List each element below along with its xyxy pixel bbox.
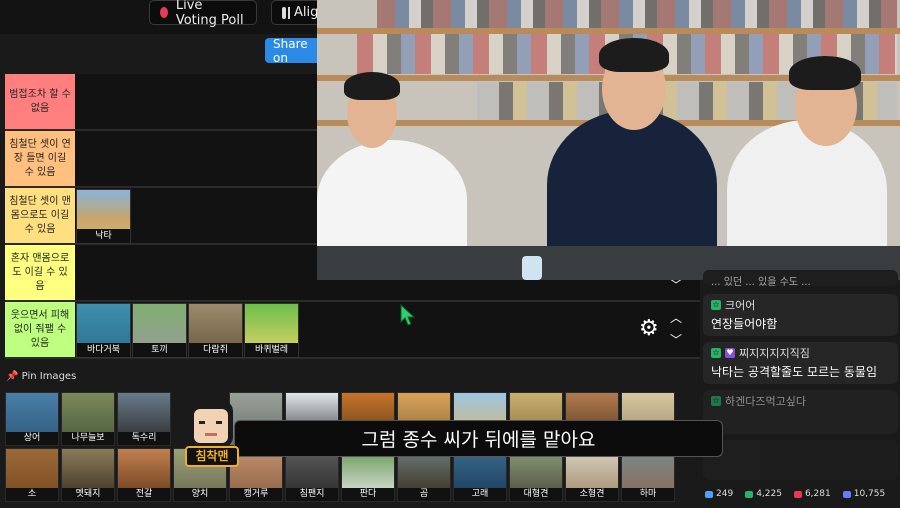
pin-icon: 📌 [6, 371, 19, 382]
stat-likes: 6,281 [793, 489, 831, 499]
avatar-eye [199, 421, 205, 424]
tier-item-sea-turtle[interactable]: 바다거북 [76, 303, 131, 358]
person-left-shirt [317, 140, 467, 260]
pin-image-cow[interactable]: 소 [5, 448, 59, 502]
shelf-figures [377, 0, 897, 28]
person-center-hair [599, 38, 669, 72]
stat-value: 10,755 [853, 489, 886, 499]
pin-title-label: Pin Images [21, 371, 77, 382]
pin-image-eagle[interactable]: 독수리 [117, 392, 171, 446]
chat-text: 연장들어야함 [711, 317, 778, 331]
tile-caption: 침팬지 [286, 488, 338, 501]
chat-username: 크어어 [725, 299, 756, 312]
viewers-icon [705, 490, 713, 498]
tier-item-cockroach[interactable]: 바퀴벌레 [244, 303, 299, 358]
tile-caption: 낙타 [77, 229, 130, 243]
chat-badge-icon: ☆ [711, 348, 721, 358]
tier-label-3[interactable]: 침철단 셋이 맨몸으로도 이길 수 있음 [5, 188, 75, 243]
webcam-video [317, 0, 900, 280]
tile-caption: 멧돼지 [62, 488, 114, 501]
subs-icon [842, 490, 851, 498]
tile-caption: 전갈 [118, 488, 170, 501]
gear-icon[interactable]: ⚙ [639, 316, 659, 341]
tile-caption: 곰 [398, 488, 450, 501]
stream-stats: 249 4,225 6,281 10,755 [705, 489, 885, 499]
chat-username: 찌지지지지직짐 [739, 347, 810, 360]
tile-caption: 고래 [454, 488, 506, 501]
chat-message: ... 있던 ... 있을 수도 ... [703, 270, 898, 288]
tile-caption: 바다거북 [77, 343, 130, 357]
tier-label-5[interactable]: 웃으면서 피해 없이 줘팰 수 있음 [5, 302, 75, 357]
avatar-face [194, 409, 228, 443]
tile-caption: 나무늘보 [62, 432, 114, 445]
align-label: Alig [294, 5, 319, 20]
stat-subs: 10,755 [842, 489, 886, 499]
tile-caption: 양치 [174, 488, 226, 501]
chat-text: ... 있던 ... 있을 수도 ... [711, 277, 811, 288]
tile-caption: 소형견 [566, 488, 618, 501]
tile-caption: 독수리 [118, 432, 170, 445]
tier-label-1[interactable]: 범접조차 할 수 없음 [5, 74, 75, 129]
tier-item-chipmunk[interactable]: 다람쥐 [188, 303, 243, 358]
pin-images-title: 📌 Pin Images [6, 371, 76, 382]
layout-icon [282, 6, 290, 19]
heart-badge-icon: ♥ [725, 348, 735, 358]
tile-caption: 판다 [342, 488, 394, 501]
live-voting-label: Live Voting Poll [175, 0, 244, 28]
stat-value: 249 [716, 489, 734, 499]
tier-label-2[interactable]: 침철단 셋이 연장 들면 이길 수 있음 [5, 131, 75, 186]
person-left-hair [344, 72, 400, 100]
chat-message: ☆ ♥ 찌지지지지직짐 낙타는 공격할줄도 모르는 동물임 [703, 342, 898, 384]
avatar-mouth [205, 433, 217, 436]
person-right-hair [789, 56, 861, 90]
chevron-up-icon[interactable]: ︿ [670, 309, 682, 326]
person-right-shirt [727, 120, 887, 260]
chat-badge-icon: ☆ [711, 300, 721, 310]
character-name-badge: 침착맨 [185, 446, 239, 467]
chat-badge-icon: ☆ [711, 396, 721, 406]
tile-caption: 대형견 [510, 488, 562, 501]
live-voting-poll-button[interactable]: Live Voting Poll [149, 0, 257, 28]
stat-value: 6,281 [804, 489, 831, 499]
chat-message: ... [703, 440, 898, 480]
tile-caption: 캥거루 [230, 488, 282, 501]
tile-caption: 상어 [6, 432, 58, 445]
tier-item-camel[interactable]: 낙타 [76, 189, 131, 244]
tier-row-5: 웃으면서 피해 없이 줘팰 수 있음 바다거북 토끼 다람쥐 바퀴벌레 [5, 302, 700, 359]
likes-icon [793, 490, 802, 498]
tile-caption: 다람쥐 [189, 343, 242, 357]
pin-image-boar[interactable]: 멧돼지 [61, 448, 115, 502]
subtitle-caption: 그럼 종수 씨가 뒤에를 맡아요 [234, 420, 723, 457]
tile-caption: 바퀴벌레 [245, 343, 298, 357]
tile-caption: 소 [6, 488, 58, 501]
share-button[interactable]: Share on [265, 37, 325, 65]
chat-message: ☆ 하겐다즈먹고싶다 [703, 390, 898, 434]
stat-viewers: 249 [705, 489, 733, 499]
record-dot-icon [160, 7, 168, 18]
align-button[interactable]: Alig [271, 0, 321, 25]
stat-followers: 4,225 [745, 489, 782, 499]
chevron-down-icon[interactable]: ﹀ [670, 331, 682, 348]
cursor-icon [400, 304, 416, 326]
stat-value: 4,225 [756, 489, 782, 499]
chat-text: ... [711, 445, 890, 459]
avatar-eye [216, 421, 222, 424]
tile-caption: 하마 [622, 488, 674, 501]
tile-caption: 토끼 [133, 343, 186, 357]
followers-icon [745, 490, 754, 498]
pin-image-scorpion[interactable]: 전갈 [117, 448, 171, 502]
chat-username: 하겐다즈먹고싶다 [725, 395, 806, 408]
person-center-shirt [547, 110, 717, 260]
chat-text: 낙타는 공격할줄도 모르는 동물임 [711, 365, 878, 379]
pin-image-shark[interactable]: 상어 [5, 392, 59, 446]
water-bottle [522, 256, 542, 280]
tier-item-rabbit[interactable]: 토끼 [132, 303, 187, 358]
tier-label-4[interactable]: 혼자 맨몸으로도 이길 수 있음 [5, 245, 75, 300]
pin-image-sloth[interactable]: 나무늘보 [61, 392, 115, 446]
chat-message: ☆ 크어어 연장들어야함 [703, 294, 898, 336]
